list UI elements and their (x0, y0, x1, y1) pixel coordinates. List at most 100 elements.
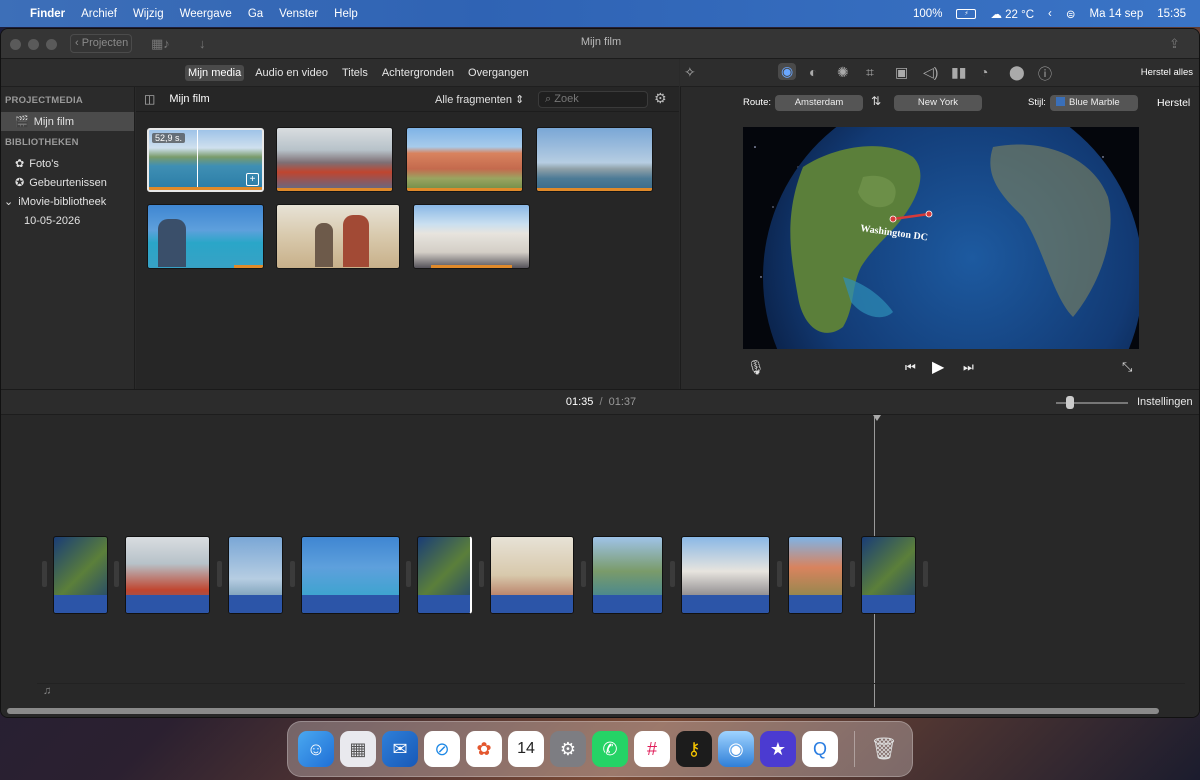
info-icon[interactable]: ⓘ (1038, 64, 1052, 84)
transition-handle[interactable] (290, 561, 295, 587)
share-icon[interactable]: ⇪ (1169, 36, 1180, 52)
transition-handle[interactable] (850, 561, 855, 587)
menu-ga[interactable]: Ga (248, 8, 263, 20)
menu-weergave[interactable]: Weergave (180, 8, 232, 20)
photos-app-icon[interactable]: ✿ (466, 731, 502, 767)
skip-back-icon[interactable]: ⏮ (905, 360, 916, 375)
sidebar-item-my-film[interactable]: 🎬 Mijn film (1, 112, 134, 131)
imovie-icon[interactable]: ★ (760, 731, 796, 767)
equalizer-icon[interactable]: ▮▮ (951, 64, 966, 81)
launchpad-icon[interactable]: ▦ (340, 731, 376, 767)
tab-transitions[interactable]: Overgangen (465, 65, 532, 81)
sidebar-toggle-icon[interactable]: ◫ (144, 92, 155, 106)
speed-icon[interactable]: ◔ (980, 64, 988, 80)
menu-archief[interactable]: Archief (81, 8, 117, 20)
transition-handle[interactable] (581, 561, 586, 587)
stabilization-camera-icon[interactable]: ▣ (895, 64, 908, 81)
route-to-button[interactable]: New York (894, 95, 982, 111)
color-balance-icon[interactable]: ◐ (809, 64, 817, 80)
menu-wijzig[interactable]: Wijzig (133, 8, 164, 20)
play-icon[interactable]: ▶ (932, 357, 944, 377)
globe-icon[interactable]: ◉ (778, 63, 797, 80)
crop-icon[interactable]: ⌗ (866, 64, 874, 81)
zoom-slider-thumb[interactable] (1066, 396, 1074, 409)
keychain-icon[interactable]: ⚷ (676, 731, 712, 767)
transition-handle[interactable] (217, 561, 222, 587)
outlook-icon[interactable]: ✉ (382, 731, 418, 767)
chevron-down-icon[interactable]: ⌄ (4, 195, 13, 208)
battery-icon[interactable]: ⚡ (956, 8, 977, 19)
sidebar-item-date-event[interactable]: 10-05-2026 (1, 211, 134, 230)
sidebar-item-events[interactable]: ✪ Gebeurtenissen (1, 173, 134, 192)
media-clip-building[interactable] (413, 204, 530, 269)
menubar-date[interactable]: Ma 14 sep (1090, 8, 1144, 20)
swap-route-icon[interactable]: ⇅ (871, 94, 881, 108)
transition-handle[interactable] (114, 561, 119, 587)
transition-handle[interactable] (670, 561, 675, 587)
tab-backgrounds[interactable]: Achtergronden (379, 65, 457, 81)
tab-titles[interactable]: Titels (339, 65, 371, 81)
media-clip-statue-liberty[interactable] (536, 127, 653, 192)
volume-icon[interactable]: ◁) (923, 64, 938, 81)
timeline-clip-map[interactable] (53, 536, 108, 614)
safari-icon[interactable]: ⊘ (424, 731, 460, 767)
weather-status[interactable]: ☁ 22 °C (990, 7, 1034, 21)
menu-help[interactable]: Help (334, 8, 358, 20)
timeline-settings-button[interactable]: Instellingen (1137, 396, 1193, 408)
reset-all-button[interactable]: Herstel alles (1141, 67, 1193, 78)
finder-icon[interactable]: ☺ (298, 731, 334, 767)
system-settings-icon[interactable]: ⚙ (550, 731, 586, 767)
timeline-clip-map[interactable] (861, 536, 916, 614)
timeline-clip-map[interactable] (417, 536, 472, 614)
add-clip-icon[interactable]: + (246, 173, 259, 186)
horizontal-scrollbar[interactable] (7, 708, 1159, 714)
media-clip-desert-couple[interactable] (276, 204, 400, 269)
timeline-clip-building[interactable] (681, 536, 770, 614)
timeline-clip-statue-liberty[interactable] (228, 536, 283, 614)
timeline-clip-airport[interactable] (125, 536, 210, 614)
fullscreen-icon[interactable]: ⤡ (1122, 359, 1132, 375)
skip-forward-icon[interactable]: ⏭ (963, 360, 974, 375)
tab-my-media[interactable]: Mijn media (185, 64, 245, 81)
menu-app-name[interactable]: Finder (30, 8, 65, 20)
quickshare-icon[interactable]: Q (802, 731, 838, 767)
transition-handle[interactable] (479, 561, 484, 587)
filters-icon[interactable]: ⬤ (1009, 64, 1025, 81)
sidebar-item-photos[interactable]: ✿ Foto's (1, 154, 134, 173)
gear-icon[interactable]: ⚙ (654, 90, 667, 107)
microphone-icon[interactable]: 🎙 (747, 359, 765, 376)
style-select[interactable]: Blue Marble (1050, 95, 1138, 111)
search-input[interactable]: ⌕ Zoek (538, 91, 648, 108)
tab-audio-video[interactable]: Audio en video (252, 65, 331, 81)
transition-handle[interactable] (406, 561, 411, 587)
media-clip-monument[interactable] (406, 127, 523, 192)
chevron-left-icon[interactable]: ‹ (1048, 8, 1052, 20)
music-lane[interactable]: ♫ (37, 683, 1185, 703)
transition-handle[interactable] (923, 561, 928, 587)
route-from-button[interactable]: Amsterdam (775, 95, 863, 111)
calendar-icon[interactable]: 14 (508, 731, 544, 767)
media-clip-fisherman[interactable] (147, 204, 264, 269)
timeline-clip-beach[interactable] (592, 536, 663, 614)
battery-percent[interactable]: 100% (913, 8, 942, 20)
sidebar-item-library[interactable]: ⌄ iMovie-bibliotheek (1, 192, 134, 211)
media-clip-airport[interactable] (276, 127, 393, 192)
transition-handle[interactable] (42, 561, 47, 587)
trash-icon[interactable]: 🗑 (866, 731, 902, 767)
menubar-time[interactable]: 15:35 (1157, 8, 1186, 20)
media-clip-beach-selected[interactable]: 52,9 s. + (147, 128, 264, 192)
whatsapp-icon[interactable]: ✆ (592, 731, 628, 767)
timeline-clip-fisherman[interactable] (301, 536, 400, 614)
control-center-icon[interactable]: ⊜ (1066, 7, 1076, 21)
disk-utility-icon[interactable]: ◉ (718, 731, 754, 767)
timeline-clip-monument[interactable] (788, 536, 843, 614)
menu-venster[interactable]: Venster (279, 8, 318, 20)
magic-wand-icon[interactable]: ✧ (684, 64, 696, 81)
timeline-clip-desert-couple[interactable] (490, 536, 574, 614)
transition-handle[interactable] (777, 561, 782, 587)
search-icon: ⌕ (545, 93, 552, 105)
palette-icon[interactable]: ✺ (837, 64, 849, 81)
reset-button[interactable]: Herstel (1157, 97, 1190, 109)
slack-icon[interactable]: # (634, 731, 670, 767)
clip-filter-select[interactable]: Alle fragmenten ⇕ (435, 93, 524, 106)
